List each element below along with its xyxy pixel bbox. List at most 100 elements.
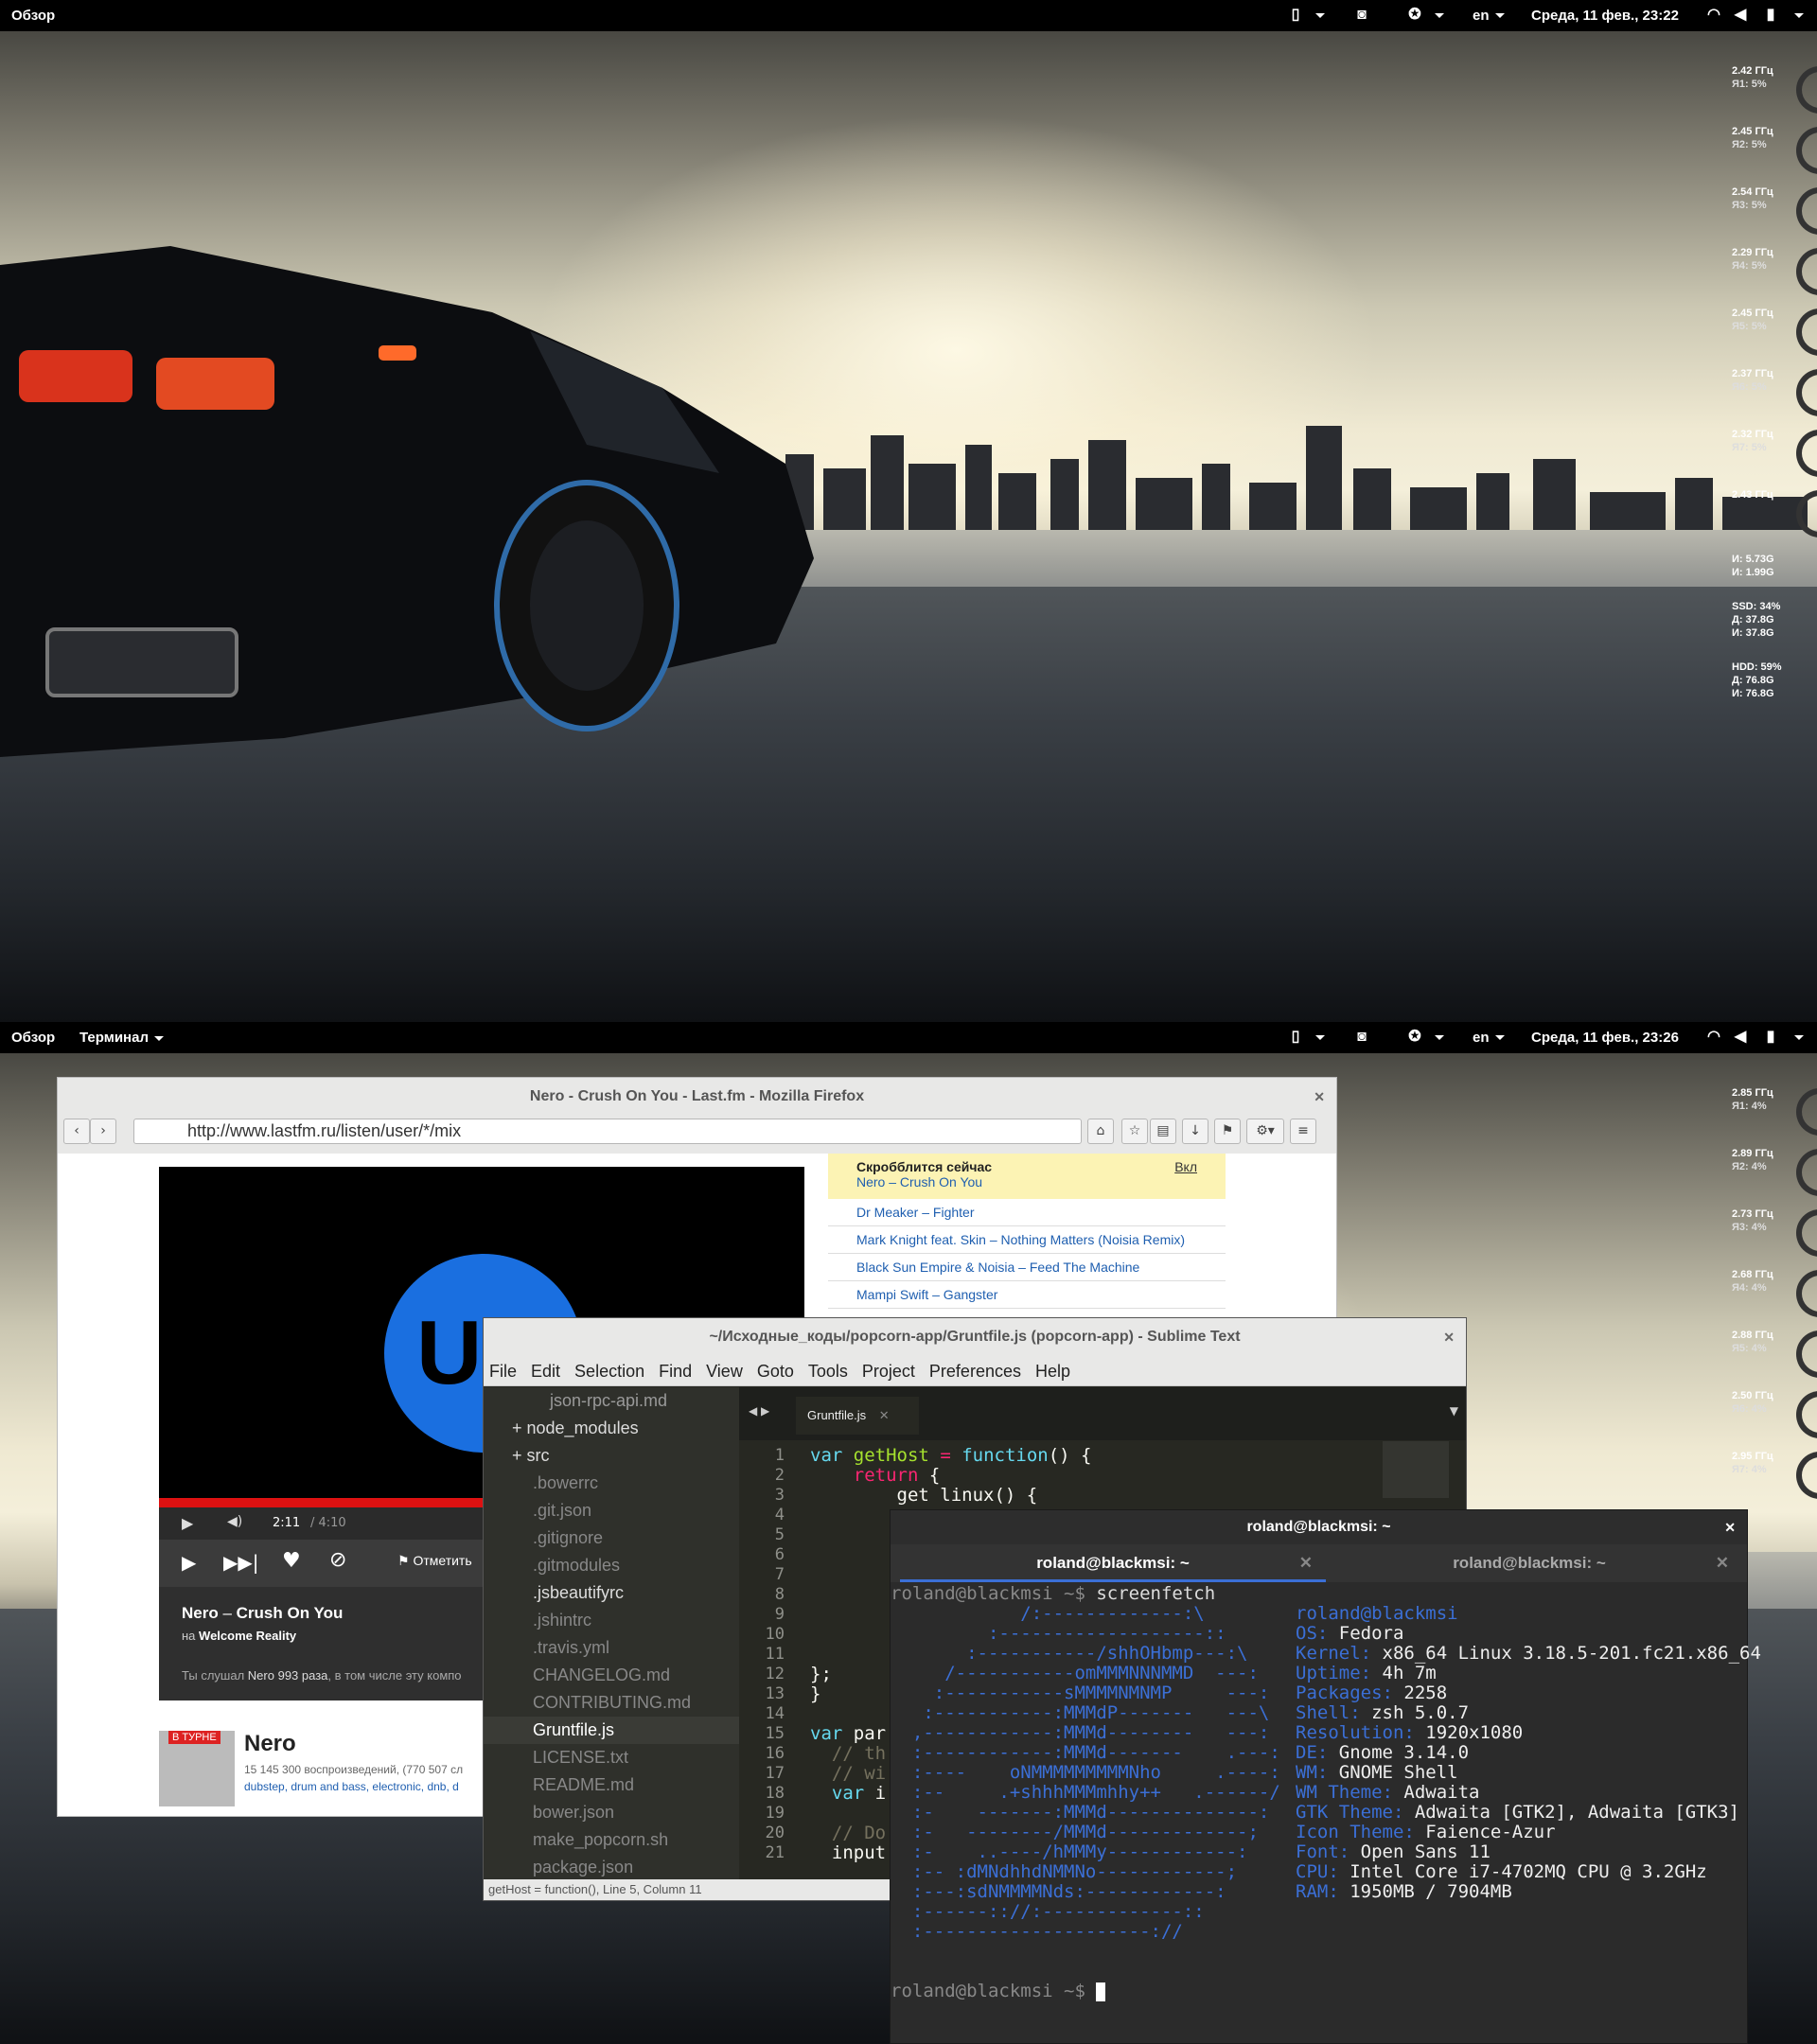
- clock[interactable]: Среда, 11 фев., 23:26: [1531, 1030, 1679, 1046]
- file-item[interactable]: LICENSE.txt: [484, 1744, 739, 1771]
- back-button[interactable]: ‹: [63, 1119, 90, 1144]
- folder-item[interactable]: + src: [484, 1442, 739, 1470]
- file-item[interactable]: .bowerrc: [484, 1470, 739, 1497]
- activities-button[interactable]: Обзор: [11, 8, 55, 24]
- system-monitor-icon[interactable]: ◙: [1351, 1028, 1372, 1047]
- ban-icon[interactable]: ⊘: [329, 1548, 346, 1572]
- track-title[interactable]: Crush On You: [237, 1604, 344, 1622]
- info-key: Shell:: [1296, 1702, 1361, 1723]
- minimap[interactable]: [1383, 1441, 1449, 1498]
- tab-dropdown-icon[interactable]: ▼: [1450, 1404, 1458, 1418]
- app-menu-terminal[interactable]: Терминал: [79, 1030, 164, 1046]
- accessibility-icon[interactable]: ✪: [1404, 6, 1425, 25]
- scrobble-title: Скробблится сейчас: [856, 1159, 993, 1174]
- wifi-icon[interactable]: ◠: [1703, 1028, 1724, 1047]
- close-icon[interactable]: ✕: [1314, 1078, 1325, 1116]
- play-icon[interactable]: ▶: [182, 1514, 193, 1532]
- url-bar[interactable]: http://www.lastfm.ru/listen/user/*/mix: [133, 1119, 1082, 1144]
- menu-file[interactable]: File: [489, 1362, 517, 1381]
- file-item[interactable]: package.json: [484, 1854, 739, 1881]
- bookmarks-menu-icon[interactable]: ▤: [1150, 1119, 1176, 1144]
- tab-nav-arrows[interactable]: ◀ ▶: [749, 1404, 769, 1418]
- info-value: 2258: [1392, 1683, 1448, 1703]
- file-item[interactable]: make_popcorn.sh: [484, 1826, 739, 1854]
- menu-view[interactable]: View: [706, 1362, 743, 1381]
- clock[interactable]: Среда, 11 фев., 23:22: [1531, 8, 1679, 24]
- folder-item[interactable]: + node_modules: [484, 1415, 739, 1442]
- play-icon[interactable]: ▶: [182, 1551, 196, 1574]
- hamburger-menu-icon[interactable]: ≡: [1290, 1119, 1316, 1144]
- file-item[interactable]: .jsbeautifyrc: [484, 1579, 739, 1607]
- love-icon[interactable]: ♥: [282, 1549, 301, 1573]
- file-item[interactable]: README.md: [484, 1771, 739, 1799]
- info-key: CPU:: [1296, 1861, 1339, 1882]
- tab-gruntfile[interactable]: Gruntfile.js ✕: [796, 1397, 919, 1435]
- file-item[interactable]: CONTRIBUTING.md: [484, 1689, 739, 1717]
- bookmark-star-icon[interactable]: ☆: [1121, 1119, 1148, 1144]
- artist-tags[interactable]: dubstep, drum and bass, electronic, dnb,…: [244, 1780, 459, 1793]
- list-item[interactable]: Dr Meaker – Fighter: [828, 1199, 1226, 1226]
- accessibility-icon[interactable]: ✪: [1404, 1028, 1425, 1047]
- window-titlebar[interactable]: Nero - Crush On You - Last.fm - Mozilla …: [58, 1078, 1336, 1116]
- file-item[interactable]: CHANGELOG.md: [484, 1662, 739, 1689]
- system-monitor-icon[interactable]: ◙: [1351, 6, 1372, 25]
- terminal-output[interactable]: roland@blackmsi ~$ screenfetch /:-------…: [891, 1584, 1761, 2038]
- file-item[interactable]: .git.json: [484, 1497, 739, 1524]
- clipboard-icon[interactable]: ▯: [1285, 1028, 1306, 1047]
- skip-icon[interactable]: ▶▶|: [223, 1551, 259, 1574]
- reader-button[interactable]: ⌂: [1087, 1119, 1114, 1144]
- file-item[interactable]: .jshintrc: [484, 1607, 739, 1634]
- file-item[interactable]: .gitmodules: [484, 1552, 739, 1579]
- close-icon[interactable]: ✕: [1716, 1544, 1729, 1582]
- artist-photo[interactable]: В ТУРНЕ: [159, 1731, 235, 1806]
- menu-preferences[interactable]: Preferences: [929, 1362, 1021, 1381]
- track-artist[interactable]: Nero: [182, 1604, 219, 1622]
- clipboard-icon[interactable]: ▯: [1285, 6, 1306, 25]
- menu-tools[interactable]: Tools: [808, 1362, 848, 1381]
- file-item-active[interactable]: Gruntfile.js: [484, 1717, 739, 1744]
- downloads-icon[interactable]: ↓: [1182, 1119, 1208, 1144]
- scrobble-toggle[interactable]: Вкл: [1174, 1159, 1197, 1174]
- terminal-tab-active[interactable]: roland@blackmsi: ~ ✕: [900, 1544, 1326, 1582]
- album-link[interactable]: Welcome Reality: [199, 1629, 296, 1643]
- mark-button[interactable]: ⚑ Отметить: [397, 1553, 472, 1569]
- wifi-icon[interactable]: ◠: [1703, 6, 1724, 25]
- keyboard-layout[interactable]: en: [1473, 1030, 1490, 1046]
- volume-icon[interactable]: ◀: [1730, 1028, 1751, 1047]
- menu-edit[interactable]: Edit: [531, 1362, 560, 1381]
- flag-icon[interactable]: ⚑: [1214, 1119, 1241, 1144]
- menu-goto[interactable]: Goto: [757, 1362, 794, 1381]
- file-item[interactable]: .gitignore: [484, 1524, 739, 1552]
- menu-help[interactable]: Help: [1035, 1362, 1070, 1381]
- menu-project[interactable]: Project: [862, 1362, 915, 1381]
- volume-icon[interactable]: ◀: [1730, 6, 1751, 25]
- battery-icon[interactable]: ▮: [1760, 6, 1781, 25]
- info-key: Uptime:: [1296, 1663, 1372, 1683]
- forward-button[interactable]: ›: [90, 1119, 116, 1144]
- cpu-core-1: 2.85 ГГц Я1: 4%: [1732, 1086, 1817, 1136]
- list-item[interactable]: Black Sun Empire & Noisia – Feed The Mac…: [828, 1254, 1226, 1281]
- scrobble-now[interactable]: Nero – Crush On You: [856, 1174, 1197, 1189]
- cpu-core-4: 2.29 ГГц Я4: 5%: [1732, 246, 1817, 295]
- volume-icon[interactable]: ◀): [227, 1514, 242, 1529]
- battery-icon[interactable]: ▮: [1760, 1028, 1781, 1047]
- close-icon[interactable]: ✕: [1724, 1510, 1736, 1544]
- extension-icon[interactable]: ⚙▾: [1246, 1119, 1284, 1144]
- file-item[interactable]: .travis.yml: [484, 1634, 739, 1662]
- close-icon[interactable]: ✕: [879, 1408, 890, 1422]
- keyboard-layout[interactable]: en: [1473, 8, 1490, 24]
- menu-selection[interactable]: Selection: [574, 1362, 644, 1381]
- window-titlebar[interactable]: roland@blackmsi: ~ ✕: [891, 1510, 1747, 1544]
- file-item[interactable]: bower.json: [484, 1799, 739, 1826]
- activities-button[interactable]: Обзор: [11, 1030, 55, 1046]
- window-titlebar[interactable]: ~/Исходные_коды/popcorn-app/Gruntfile.js…: [484, 1318, 1466, 1356]
- close-icon[interactable]: ✕: [1299, 1544, 1313, 1582]
- menu-find[interactable]: Find: [659, 1362, 692, 1381]
- close-icon[interactable]: ✕: [1443, 1318, 1455, 1356]
- info-lines: OS: Fedora Kernel: x86_64 Linux 3.18.5-20…: [1296, 1624, 1761, 1902]
- list-item[interactable]: Mampi Swift – Gangster: [828, 1281, 1226, 1309]
- file-item[interactable]: json-rpc-api.md: [484, 1387, 739, 1415]
- artist-name[interactable]: Nero: [244, 1731, 296, 1757]
- list-item[interactable]: Mark Knight feat. Skin – Nothing Matters…: [828, 1226, 1226, 1254]
- terminal-tab[interactable]: roland@blackmsi: ~ ✕: [1316, 1544, 1742, 1582]
